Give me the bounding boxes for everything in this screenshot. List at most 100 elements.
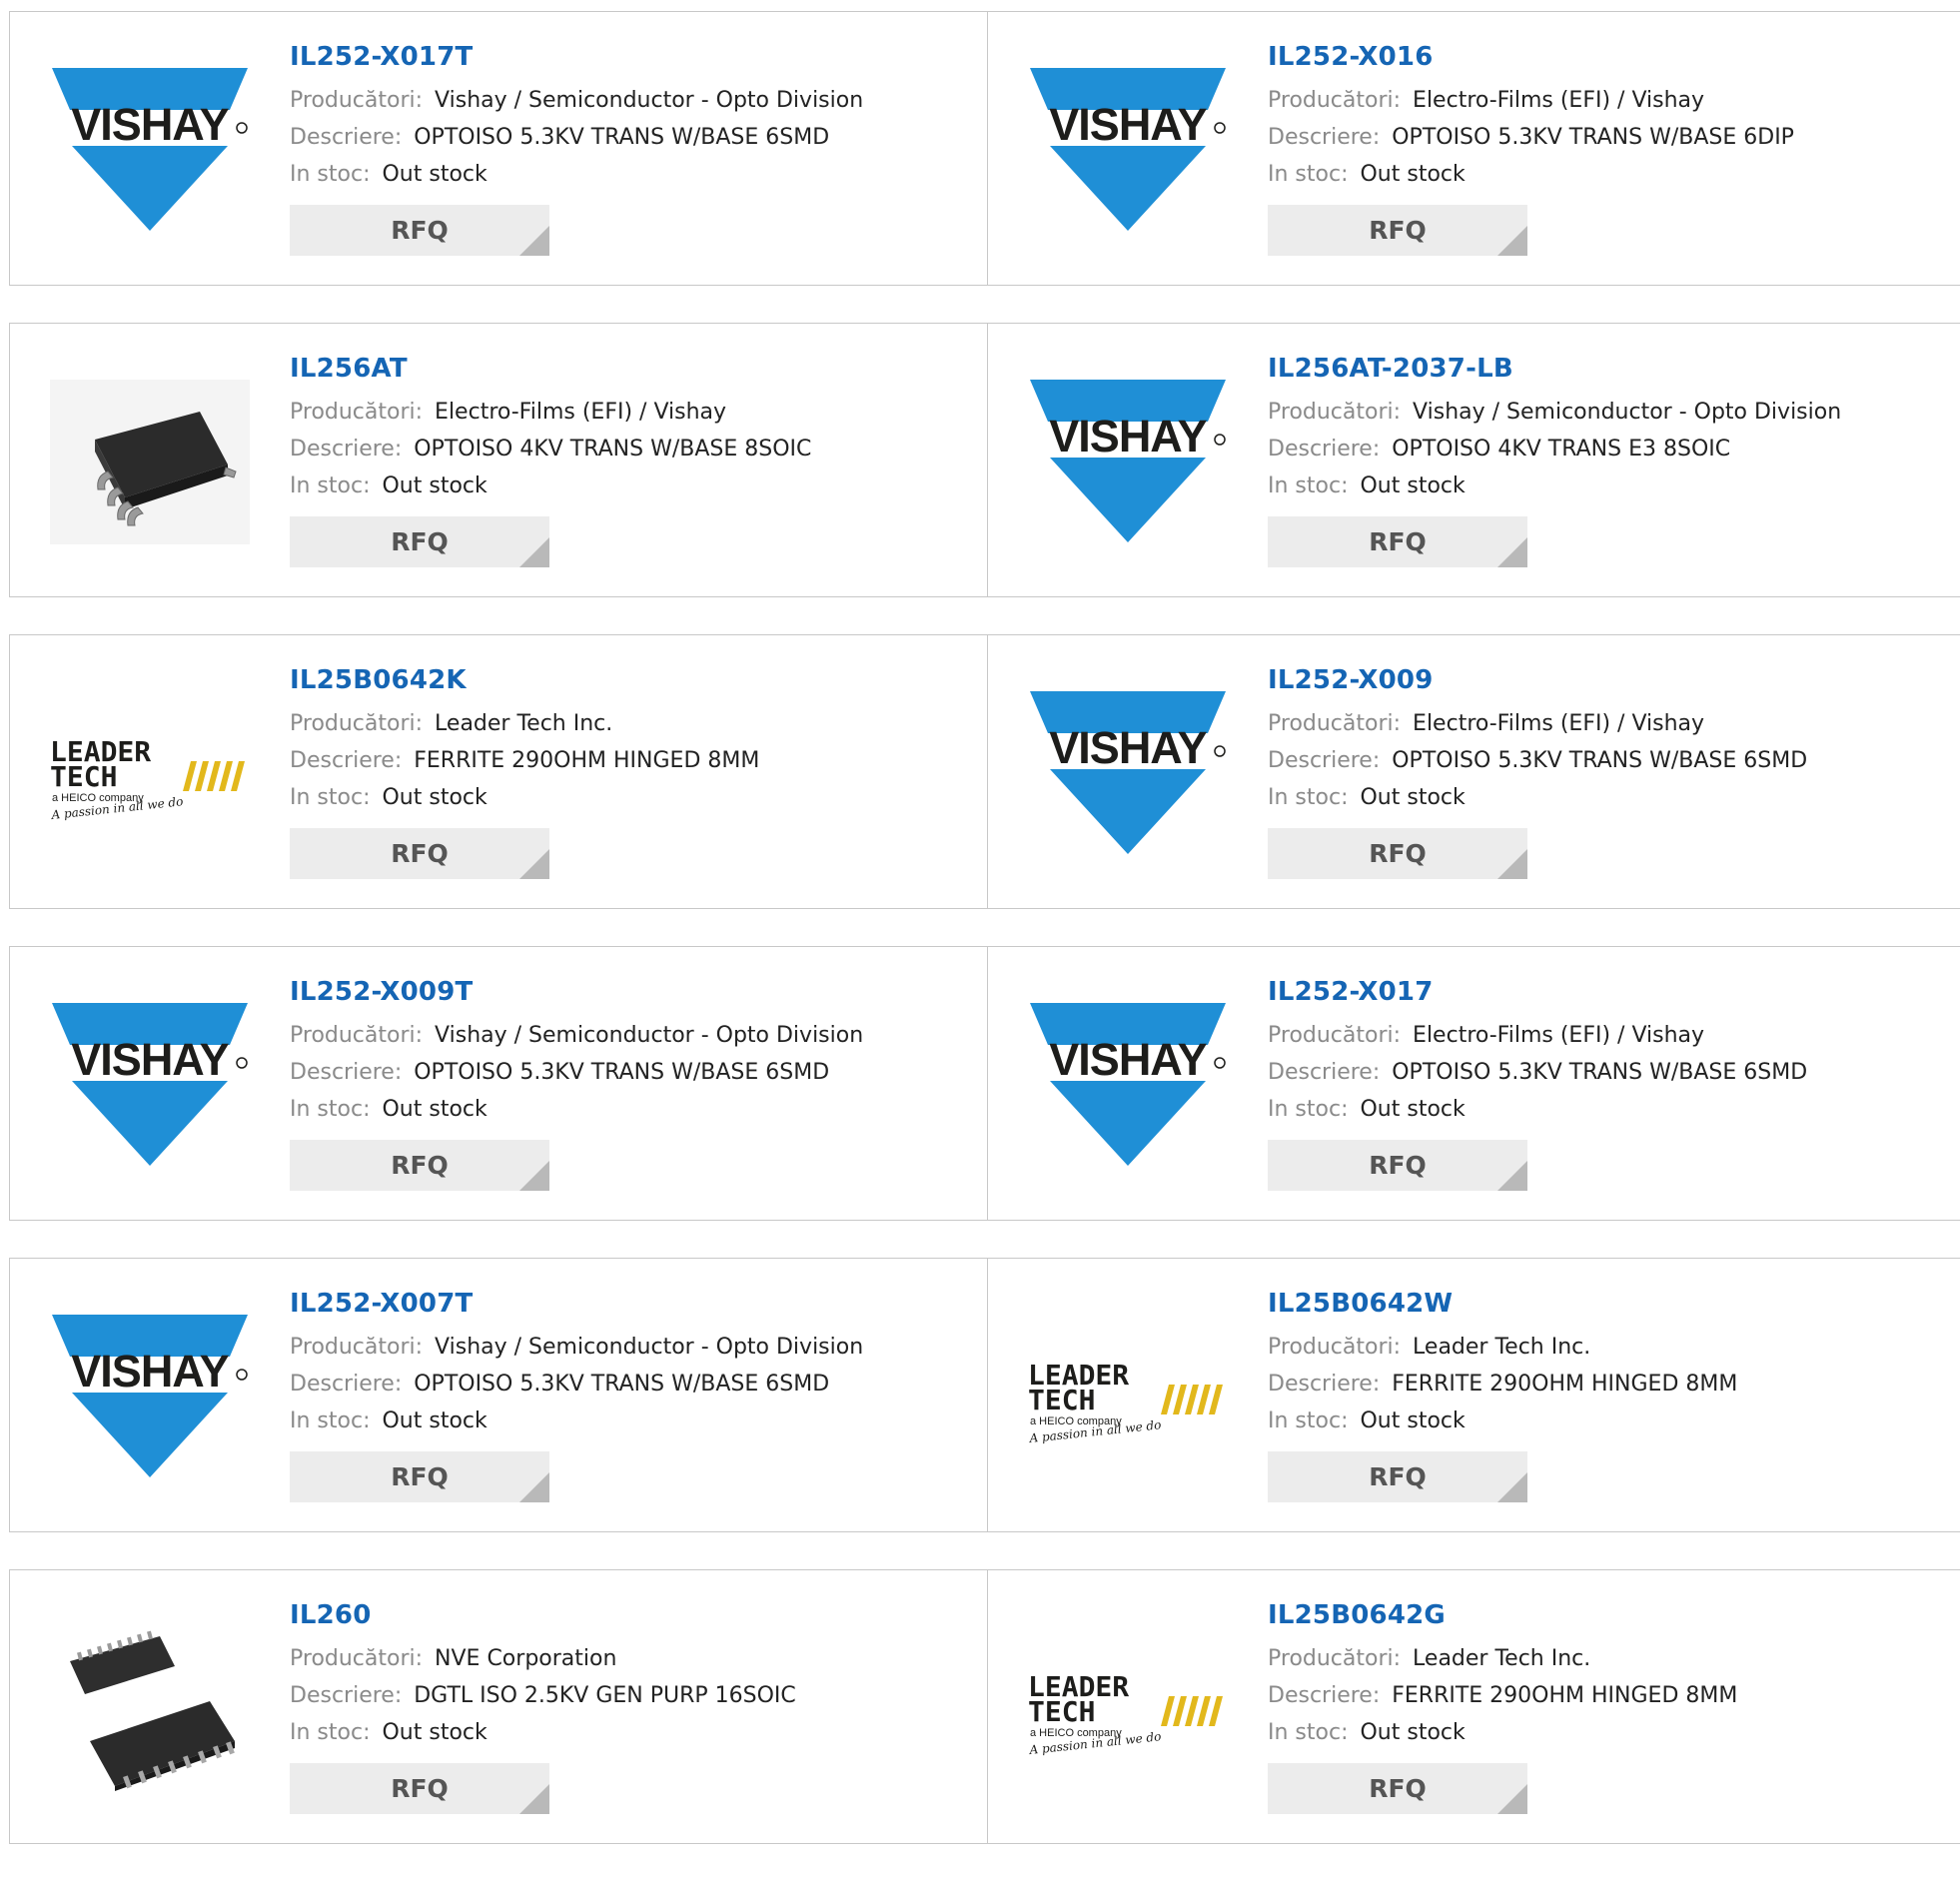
product-info: IL25B0642K Producători: Leader Tech Inc. De… <box>290 663 759 879</box>
rfq-button[interactable]: RFQ <box>1268 1763 1527 1814</box>
description-value: DGTL ISO 2.5KV GEN PURP 16SOIC <box>414 1683 796 1708</box>
product-card: VISHAY IL252-X017 Producători: Electro-Fil… <box>987 947 1960 1220</box>
stock-line: In stoc: Out stock <box>290 468 811 504</box>
stock-value: Out stock <box>382 1409 488 1433</box>
part-number-link[interactable]: IL252-X007T <box>290 1287 863 1321</box>
product-row: VISHAY IL252-X009T Producători: Vishay / S… <box>9 946 1960 1221</box>
part-number-link[interactable]: IL25B0642K <box>290 663 759 697</box>
part-number-link[interactable]: IL252-X009T <box>290 975 863 1009</box>
manufacturer-label: Producători: <box>1268 711 1402 736</box>
manufacturer-value: Electro-Films (EFI) / Vishay <box>1413 88 1705 113</box>
manufacturer-line: Producători: Electro-Films (EFI) / Vishay <box>1268 705 1807 742</box>
stock-value: Out stock <box>382 473 488 498</box>
rfq-button[interactable]: RFQ <box>1268 828 1527 879</box>
rfq-corner-decoration <box>1497 1472 1527 1502</box>
manufacturer-line: Producători: Leader Tech Inc. <box>1268 1329 1737 1366</box>
product-row: IL256AT Producători: Electro-Films (EFI) /… <box>9 323 1960 597</box>
product-info: IL252-X007T Producători: Vishay / Semicond… <box>290 1287 863 1502</box>
rfq-button-label: RFQ <box>391 216 449 245</box>
vishay-logo: VISHAY <box>1030 68 1226 231</box>
rfq-button[interactable]: RFQ <box>290 205 549 256</box>
vishay-logo-text: VISHAY <box>71 99 229 150</box>
stock-value: Out stock <box>1360 1720 1466 1745</box>
part-number-link[interactable]: IL25B0642W <box>1268 1287 1737 1321</box>
stock-line: In stoc: Out stock <box>1268 156 1794 193</box>
description-value: OPTOISO 5.3KV TRANS W/BASE 6DIP <box>1392 125 1794 150</box>
manufacturer-line: Producători: NVE Corporation <box>290 1640 796 1677</box>
manufacturer-logo: LEADER TECH a HEICO company A passion in… <box>1028 1626 1228 1791</box>
rfq-button[interactable]: RFQ <box>290 1451 549 1502</box>
vishay-logo-text: VISHAY <box>1049 99 1207 150</box>
description-line: Descriere: FERRITE 290OHM HINGED 8MM <box>1268 1366 1737 1403</box>
stock-label: In stoc: <box>1268 1720 1349 1745</box>
description-label: Descriere: <box>290 1060 403 1085</box>
part-number-link[interactable]: IL25B0642G <box>1268 1598 1737 1632</box>
description-value: OPTOISO 5.3KV TRANS W/BASE 6SMD <box>414 1372 830 1397</box>
rfq-button-label: RFQ <box>1369 1151 1427 1180</box>
product-card: LEADER TECH a HEICO company A passion in… <box>987 1259 1960 1531</box>
stock-label: In stoc: <box>1268 785 1349 810</box>
rfq-button[interactable]: RFQ <box>1268 1451 1527 1502</box>
part-number-link[interactable]: IL256AT <box>290 352 811 386</box>
stock-label: In stoc: <box>290 1409 371 1433</box>
rfq-button[interactable]: RFQ <box>290 1763 549 1814</box>
rfq-corner-decoration <box>519 1161 549 1191</box>
product-info: IL260 Producători: NVE Corporation Descrier… <box>290 1598 796 1814</box>
stock-label: In stoc: <box>290 473 371 498</box>
rfq-button[interactable]: RFQ <box>290 516 549 567</box>
leader-tech-line2: TECH <box>1028 1384 1095 1416</box>
manufacturer-logo: LEADER TECH a HEICO company A passion in… <box>50 691 250 856</box>
description-line: Descriere: FERRITE 290OHM HINGED 8MM <box>290 742 759 779</box>
part-number-link[interactable]: IL252-X017 <box>1268 975 1807 1009</box>
rfq-corner-decoration <box>1497 1161 1527 1191</box>
chip-8soic-image <box>50 380 250 544</box>
rfq-button-label: RFQ <box>1369 839 1427 868</box>
description-label: Descriere: <box>290 125 403 150</box>
vishay-logo: VISHAY <box>1030 691 1226 854</box>
description-label: Descriere: <box>1268 437 1381 462</box>
product-card: IL256AT Producători: Electro-Films (EFI) /… <box>9 324 987 596</box>
rfq-button[interactable]: RFQ <box>290 1140 549 1191</box>
rfq-button-label: RFQ <box>391 839 449 868</box>
rfq-corner-decoration <box>519 1472 549 1502</box>
rfq-button-label: RFQ <box>1369 1774 1427 1803</box>
part-number-link[interactable]: IL252-X016 <box>1268 40 1794 74</box>
rfq-button[interactable]: RFQ <box>290 828 549 879</box>
manufacturer-logo <box>50 1626 250 1791</box>
product-info: IL252-X009T Producători: Vishay / Semicond… <box>290 975 863 1191</box>
chip-16soic-image <box>70 1630 235 1791</box>
part-number-link[interactable]: IL260 <box>290 1598 796 1632</box>
description-line: Descriere: FERRITE 290OHM HINGED 8MM <box>1268 1677 1737 1714</box>
description-line: Descriere: OPTOISO 4KV TRANS W/BASE 8SOIC <box>290 431 811 468</box>
vishay-logo: VISHAY <box>52 1003 248 1166</box>
part-number-link[interactable]: IL252-X017T <box>290 40 863 74</box>
stock-line: In stoc: Out stock <box>1268 468 1841 504</box>
stock-line: In stoc: Out stock <box>290 1714 796 1751</box>
part-number-link[interactable]: IL256AT-2037-LB <box>1268 352 1841 386</box>
manufacturer-logo: VISHAY <box>50 68 250 233</box>
stock-label: In stoc: <box>290 162 371 187</box>
rfq-button[interactable]: RFQ <box>1268 205 1527 256</box>
stock-line: In stoc: Out stock <box>1268 1714 1737 1751</box>
manufacturer-logo: VISHAY <box>1028 68 1228 233</box>
vishay-logo: VISHAY <box>52 1315 248 1477</box>
manufacturer-value: NVE Corporation <box>435 1646 617 1671</box>
manufacturer-line: Producători: Leader Tech Inc. <box>1268 1640 1737 1677</box>
rfq-button-label: RFQ <box>391 1151 449 1180</box>
product-info: IL25B0642G Producători: Leader Tech Inc. De… <box>1268 1598 1737 1814</box>
manufacturer-label: Producători: <box>1268 1646 1402 1671</box>
rfq-corner-decoration <box>1497 1784 1527 1814</box>
rfq-button[interactable]: RFQ <box>1268 1140 1527 1191</box>
stock-label: In stoc: <box>290 785 371 810</box>
manufacturer-logo <box>50 380 250 544</box>
description-line: Descriere: OPTOISO 5.3KV TRANS W/BASE 6SM… <box>1268 742 1807 779</box>
leader-tech-line2: TECH <box>50 760 117 793</box>
manufacturer-value: Vishay / Semiconductor - Opto Division <box>435 1335 864 1360</box>
leader-tech-logo: LEADER TECH a HEICO company A passion in… <box>1028 1670 1223 1757</box>
rfq-button[interactable]: RFQ <box>1268 516 1527 567</box>
stock-value: Out stock <box>1360 1097 1466 1122</box>
product-info: IL256AT Producători: Electro-Films (EFI) /… <box>290 352 811 567</box>
description-value: FERRITE 290OHM HINGED 8MM <box>1392 1372 1738 1397</box>
manufacturer-line: Producători: Leader Tech Inc. <box>290 705 759 742</box>
part-number-link[interactable]: IL252-X009 <box>1268 663 1807 697</box>
